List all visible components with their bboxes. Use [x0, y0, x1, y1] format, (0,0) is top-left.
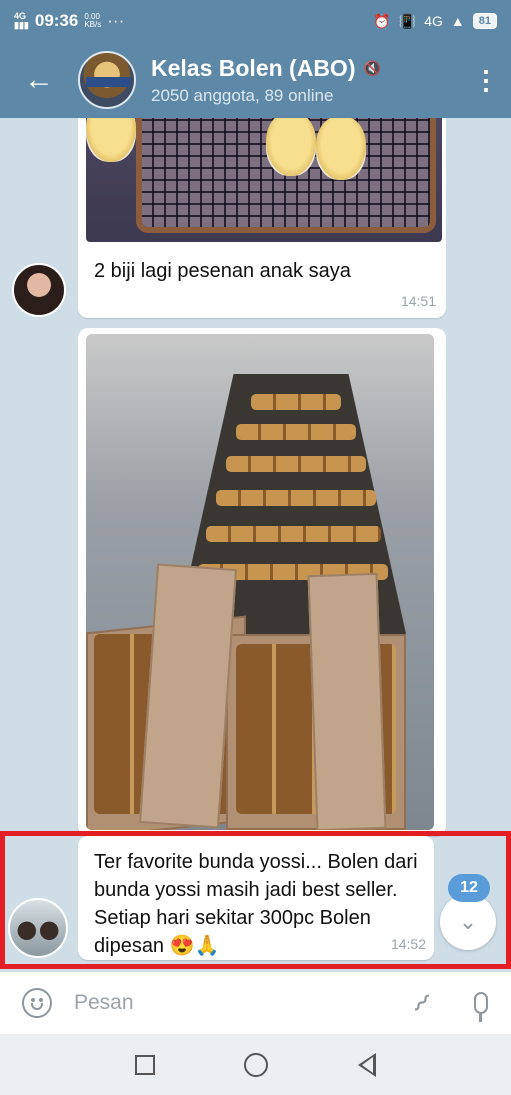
- unread-badge: 12: [448, 874, 490, 902]
- message-input[interactable]: [74, 991, 374, 1015]
- emoji: 😍🙏: [169, 935, 220, 957]
- more-notifications-icon: ···: [107, 11, 125, 30]
- chevron-down-icon: ⌄: [458, 909, 478, 934]
- message-photo[interactable]: [86, 334, 434, 830]
- sender-avatar[interactable]: [8, 898, 68, 958]
- pastry-row-image: [236, 424, 356, 440]
- message-text: Ter favorite bunda yossi... Bolen dari b…: [94, 848, 424, 960]
- message-text: 2 biji lagi pesenan anak saya: [94, 260, 351, 282]
- vibrate-icon: 📳: [398, 12, 417, 29]
- microphone-icon: [474, 992, 488, 1022]
- pastry-image: [86, 118, 136, 162]
- message-bubble[interactable]: [78, 328, 446, 836]
- box-lid-image: [307, 572, 387, 830]
- clock: 09:36: [34, 11, 79, 30]
- signal-type: 4G: [424, 13, 443, 29]
- pastry-row-image: [226, 456, 366, 472]
- recents-icon[interactable]: [134, 1054, 155, 1075]
- group-avatar[interactable]: [78, 51, 136, 109]
- member-count: 2050 anggota, 89 online: [151, 85, 334, 105]
- message-composer: ⌇: [0, 972, 511, 1034]
- signal-icon: ▲: [450, 13, 465, 29]
- network-indicator: 4G ▮▮▮: [14, 11, 29, 30]
- pastry-row-image: [251, 394, 341, 410]
- mic-button[interactable]: [451, 992, 511, 1022]
- home-icon[interactable]: [244, 1052, 269, 1077]
- more-vertical-icon[interactable]: ⋮: [461, 42, 511, 118]
- smile-icon: [22, 988, 52, 1018]
- chat-title-block[interactable]: Kelas Bolen (ABO) 🔇 2050 anggota, 89 onl…: [151, 55, 381, 106]
- status-bar: 4G ▮▮▮ 09:36 0.00 KB/s ··· ⏰ 📳 4G ▲ 81: [0, 0, 511, 42]
- network-speed: 0.00 KB/s: [84, 12, 102, 29]
- message-photo[interactable]: [86, 118, 442, 242]
- muted-icon: 🔇: [363, 59, 381, 76]
- pastry-row-image: [216, 490, 376, 506]
- battery-icon: 81: [472, 13, 497, 29]
- arrow-left-icon[interactable]: ←: [0, 42, 78, 118]
- system-navigation-bar: [0, 1034, 511, 1095]
- pastry-row-image: [206, 526, 381, 542]
- pastry-image: [316, 118, 366, 180]
- emoji-button[interactable]: [0, 988, 74, 1018]
- message-time: 14:52: [390, 936, 426, 952]
- back-icon[interactable]: [358, 1052, 377, 1077]
- alarm-icon: ⏰: [373, 12, 391, 29]
- sender-avatar[interactable]: [12, 263, 66, 317]
- chat-history[interactable]: 2 biji lagi pesenan anak saya 14:51 Ter …: [0, 118, 511, 972]
- paperclip-icon[interactable]: ⌇: [389, 971, 453, 1035]
- message-bubble[interactable]: 2 biji lagi pesenan anak saya 14:51: [78, 118, 446, 318]
- pastry-image: [266, 118, 316, 176]
- chat-header: ← Kelas Bolen (ABO) 🔇 2050 anggota, 89 o…: [0, 42, 511, 118]
- scroll-down-button[interactable]: ⌄: [440, 894, 496, 950]
- chat-title: Kelas Bolen (ABO): [151, 54, 356, 81]
- message-time: 14:51: [400, 293, 436, 309]
- message-bubble[interactable]: Ter favorite bunda yossi... Bolen dari b…: [78, 836, 434, 960]
